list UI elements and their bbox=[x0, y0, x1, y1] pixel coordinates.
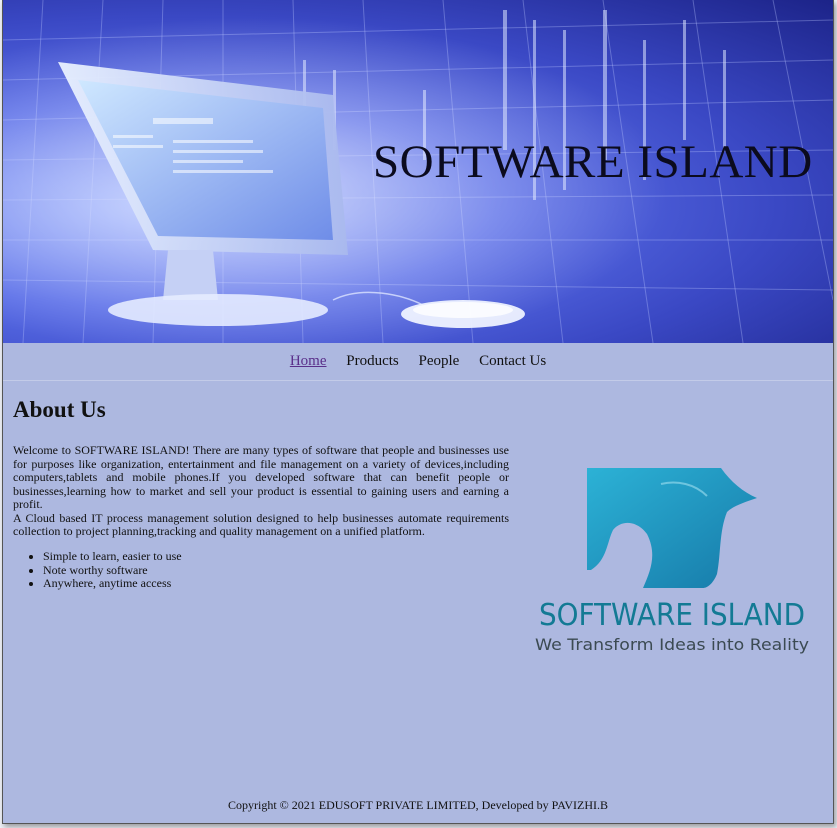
about-text: Welcome to SOFTWARE ISLAND! There are ma… bbox=[13, 443, 509, 539]
hero-banner: SOFTWARE ISLAND bbox=[3, 0, 833, 343]
company-logo: SOFTWARE ISLAND We Transform Ideas into … bbox=[531, 462, 813, 662]
logo-name: SOFTWARE ISLAND bbox=[539, 598, 805, 633]
feature-list: Simple to learn, easier to use Note wort… bbox=[13, 549, 182, 591]
logo-tagline: We Transform Ideas into Reality bbox=[535, 635, 809, 654]
logo-symbol bbox=[587, 468, 757, 588]
nav-link-contact-us[interactable]: Contact Us bbox=[479, 353, 546, 369]
main-nav: Home Products People Contact Us bbox=[3, 343, 833, 381]
page-container: SOFTWARE ISLAND Home Products People Con… bbox=[2, 0, 834, 824]
about-paragraph: Welcome to SOFTWARE ISLAND! There are ma… bbox=[13, 443, 509, 511]
site-title: SOFTWARE ISLAND bbox=[373, 136, 813, 188]
feature-item: Anywhere, anytime access bbox=[43, 576, 182, 591]
about-heading: About Us bbox=[13, 397, 106, 422]
nav-link-products[interactable]: Products bbox=[346, 353, 399, 369]
footer-copyright: Copyright © 2021 EDUSOFT PRIVATE LIMITED… bbox=[227, 798, 608, 812]
about-paragraph: A Cloud based IT process management solu… bbox=[13, 510, 509, 538]
nav-link-home[interactable]: Home bbox=[290, 353, 327, 369]
logo-mark: SOFTWARE ISLAND We Transform Ideas into … bbox=[535, 468, 809, 654]
feature-item: Note worthy software bbox=[43, 563, 182, 578]
feature-item: Simple to learn, easier to use bbox=[43, 549, 182, 564]
nav-link-people[interactable]: People bbox=[419, 353, 460, 369]
